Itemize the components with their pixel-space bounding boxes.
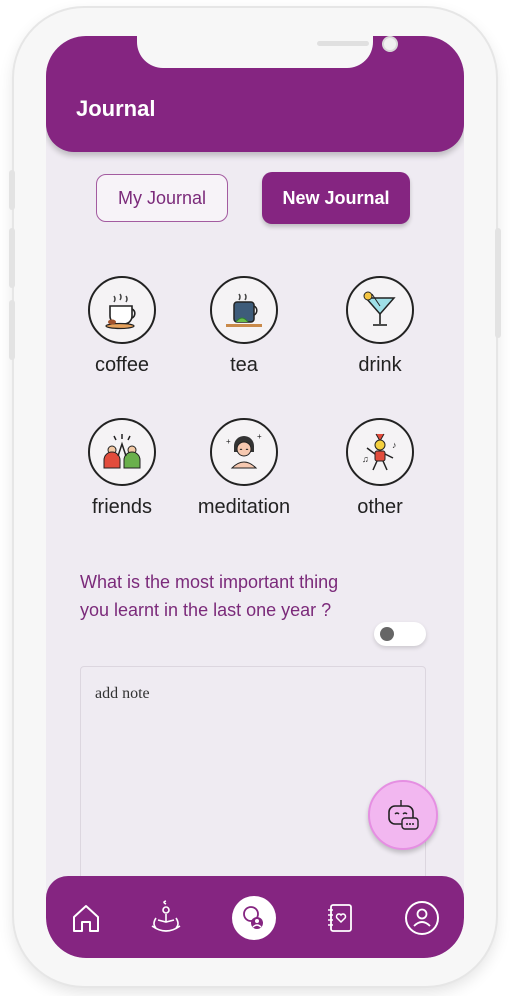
question-toggle[interactable] [374,622,426,646]
category-coffee[interactable]: coffee [62,276,182,377]
category-meditation[interactable]: + + meditation [184,418,304,519]
journal-question: What is the most important thing you lea… [80,572,339,620]
user-profile-icon [405,901,439,935]
category-label: coffee [94,354,150,376]
tab-new-journal[interactable]: New Journal [262,172,410,224]
robot-chat-icon [388,800,419,830]
tab-my-journal[interactable]: My Journal [96,174,228,222]
tea-cup-icon [210,276,278,344]
chatbot-button[interactable] [368,780,438,850]
side-button [9,170,15,210]
toggle-knob [380,627,394,641]
svg-text:+: + [257,432,262,441]
svg-text:+: + [226,437,231,446]
camera [382,36,398,52]
lotus-meditation-icon [151,900,181,932]
dancing-person-icon: ♪ ♫ [346,418,414,486]
side-button [9,228,15,288]
category-drink[interactable]: drink [320,276,440,377]
category-label: drink [358,354,402,376]
category-tea[interactable]: tea [184,276,304,377]
side-button [9,300,15,360]
svg-text:♪: ♪ [392,440,397,450]
friends-icon [88,418,156,486]
speaker [317,41,369,46]
bottom-nav [46,876,464,958]
nav-home[interactable] [66,898,106,938]
category-label: other [357,496,403,518]
category-label: friends [91,496,153,518]
cocktail-icon [346,276,414,344]
meditation-icon: + + [210,418,278,486]
nav-chat[interactable] [232,896,276,940]
nav-profile[interactable] [402,898,442,938]
nav-meditation[interactable] [146,898,186,938]
home-icon [73,905,99,932]
journal-notebook-icon [328,904,352,932]
chat-profile-icon [243,906,263,929]
page-title: Journal [76,96,156,121]
side-button [495,228,501,338]
nav-journal[interactable] [320,898,360,938]
category-other[interactable]: ♪ ♫ other [320,418,440,519]
category-label: meditation [197,496,291,518]
category-label: tea [230,354,258,376]
coffee-cup-icon [88,276,156,344]
category-friends[interactable]: friends [62,418,182,519]
app-screen: Journal My Journal New Journal coffee te… [46,36,464,958]
phone-notch [137,36,398,68]
svg-text:♫: ♫ [362,454,369,464]
